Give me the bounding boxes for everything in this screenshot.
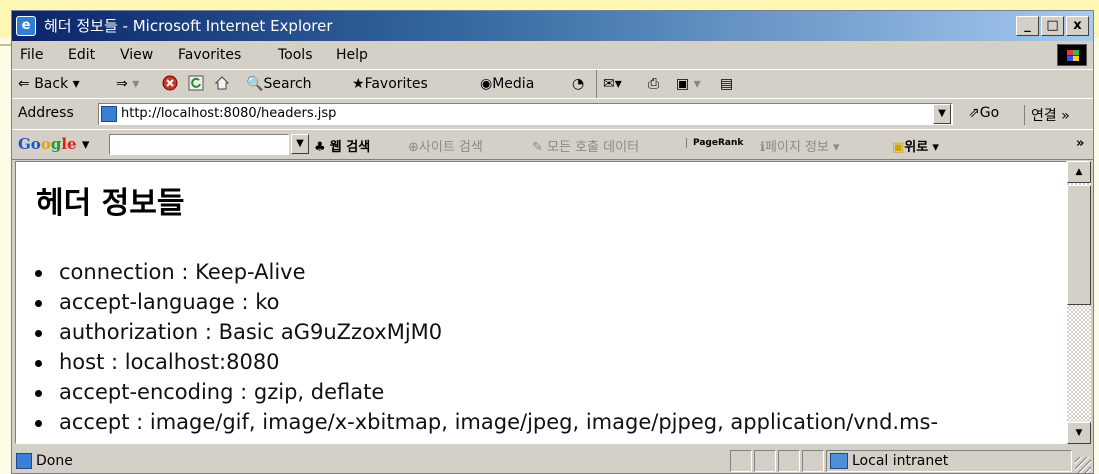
favorites-button[interactable]: ★Favorites	[352, 70, 428, 98]
search-icon: 🔍	[246, 76, 264, 92]
menu-tools[interactable]: Tools	[278, 42, 313, 68]
edit-icon: ▣	[676, 76, 690, 92]
web-search-icon: ♣	[314, 140, 326, 155]
discuss-icon: ▤	[720, 76, 734, 92]
window-title: 헤더 정보들 - Microsoft Internet Explorer	[44, 17, 333, 35]
highlight-icon: ✎	[532, 140, 543, 155]
chevron-down-icon: ▾	[132, 76, 140, 92]
google-search-dropdown[interactable]: ▼	[291, 134, 309, 154]
page-content: 헤더 정보들 connection : Keep-Alive accept-la…	[15, 161, 1067, 444]
list-item: accept : image/gif, image/x-xbitmap, ima…	[34, 407, 938, 437]
status-pane	[802, 450, 824, 472]
search-button[interactable]: 🔍Search	[246, 70, 312, 98]
address-bar: Address http://localhost:8080/headers.js…	[12, 98, 1093, 130]
google-toolbar-more[interactable]: »	[1076, 136, 1084, 151]
local-intranet-icon	[830, 453, 848, 469]
links-button[interactable]: 연결 »	[1024, 105, 1070, 125]
media-button[interactable]: ◉Media	[480, 70, 534, 98]
list-item: accept-language : ko	[34, 287, 938, 317]
windows-logo-icon	[1057, 44, 1087, 66]
mail-button[interactable]: ✉▾	[596, 70, 622, 98]
back-arrow-icon: ⇐	[18, 76, 30, 92]
media-icon: ◉	[480, 76, 493, 92]
status-bar: Done Local intranet	[12, 447, 1093, 473]
address-dropdown-button[interactable]: ▼	[933, 104, 951, 124]
page-heading: 헤더 정보들	[36, 186, 185, 221]
resize-grip-icon[interactable]	[1075, 457, 1091, 473]
status-pane	[754, 450, 776, 472]
vertical-scrollbar[interactable]: ▲ ▼	[1067, 161, 1091, 444]
home-button[interactable]	[214, 70, 230, 98]
go-arrow-icon: ⇗	[968, 105, 980, 121]
forward-button[interactable]: ⇒ ▾	[116, 70, 139, 98]
google-toolbar: Google ▾ ▼ ♣ 웹 검색 ⊕사이트 검색 ✎ 모든 호출 데이터 Pa…	[12, 129, 1093, 160]
up-button[interactable]: ▣위로 ▾	[892, 136, 939, 155]
status-pane	[778, 450, 800, 472]
print-button[interactable]: ⎙	[648, 70, 659, 98]
address-label: Address	[18, 105, 74, 121]
list-item: authorization : Basic aG9uZzoxMjM0	[34, 317, 938, 347]
title-bar[interactable]: e 헤더 정보들 - Microsoft Internet Explorer _…	[12, 11, 1093, 41]
menu-favorites[interactable]: Favorites	[178, 42, 241, 68]
page-icon	[101, 106, 117, 122]
refresh-icon	[188, 75, 204, 91]
maximize-button[interactable]: □	[1041, 16, 1064, 36]
edit-button[interactable]: ▣ ▾	[676, 70, 701, 98]
stop-icon	[162, 75, 178, 91]
status-pane	[730, 450, 752, 472]
forward-arrow-icon: ⇒	[116, 76, 128, 92]
stop-button[interactable]	[162, 70, 178, 98]
close-button[interactable]: x	[1066, 16, 1089, 36]
scroll-thumb[interactable]	[1067, 185, 1091, 305]
browser-window: e 헤더 정보들 - Microsoft Internet Explorer _…	[11, 10, 1094, 474]
ie-app-icon: e	[16, 16, 36, 36]
page-done-icon	[16, 453, 32, 469]
menu-file[interactable]: File	[20, 42, 43, 68]
chevron-down-icon: ▾	[72, 76, 80, 92]
pagerank-indicator[interactable]: PageRank	[686, 138, 743, 148]
site-search-icon: ⊕	[408, 140, 419, 155]
list-item: connection : Keep-Alive	[34, 257, 938, 287]
menu-help[interactable]: Help	[336, 42, 368, 68]
site-search-button[interactable]: ⊕사이트 검색	[408, 136, 483, 155]
refresh-button[interactable]	[188, 70, 204, 98]
google-search-input[interactable]	[109, 134, 289, 155]
back-button[interactable]: ⇐ Back ▾	[18, 70, 80, 98]
address-input[interactable]: http://localhost:8080/headers.jsp	[98, 103, 953, 125]
zone-text: Local intranet	[852, 453, 949, 469]
page-info-button[interactable]: ℹ페이지 정보 ▾	[760, 136, 840, 155]
scroll-up-button[interactable]: ▲	[1067, 161, 1091, 183]
list-item: accept-encoding : gzip, deflate	[34, 377, 938, 407]
scroll-down-button[interactable]: ▼	[1067, 422, 1091, 444]
chevron-down-icon: ▾	[689, 76, 701, 92]
menu-view[interactable]: View	[120, 42, 153, 68]
web-search-button[interactable]: ♣ 웹 검색	[314, 136, 370, 155]
history-icon: ◔	[572, 76, 585, 92]
go-button[interactable]: ⇗Go	[968, 105, 999, 121]
print-icon: ⎙	[648, 76, 660, 92]
status-text: Done	[36, 453, 73, 469]
google-logo[interactable]: Google ▾	[18, 135, 89, 153]
menu-bar: File Edit View Favorites Tools Help	[12, 42, 1093, 68]
home-icon	[214, 76, 230, 90]
discuss-button[interactable]: ▤	[720, 70, 733, 98]
list-item: host : localhost:8080	[34, 347, 938, 377]
header-list: connection : Keep-Alive accept-language …	[16, 257, 938, 437]
standard-toolbar: ⇐ Back ▾ ⇒ ▾ 🔍Search ★Favorites ◉Media ◔	[12, 69, 1093, 99]
mail-icon: ✉▾	[603, 76, 622, 92]
menu-edit[interactable]: Edit	[68, 42, 95, 68]
history-button[interactable]: ◔	[572, 70, 584, 98]
folder-up-icon: ▣	[892, 140, 905, 155]
address-url: http://localhost:8080/headers.jsp	[121, 106, 337, 121]
minimize-button[interactable]: _	[1016, 16, 1039, 36]
window-controls: _ □ x	[1016, 16, 1089, 36]
favorites-icon: ★	[352, 76, 365, 92]
highlight-button[interactable]: ✎ 모든 호출 데이터	[532, 136, 639, 155]
